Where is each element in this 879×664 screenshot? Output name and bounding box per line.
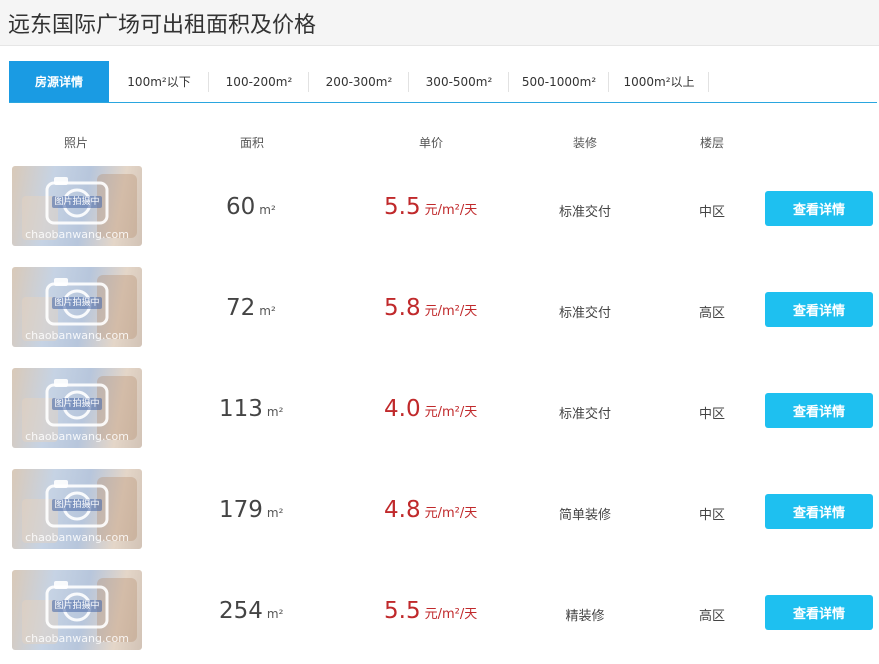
tab-100-200[interactable]: 100-200m² [209,61,309,102]
listing-row: 图片拍摄中 chaobanwang.com 113 m² 4.0 元/m²/天 标准… [0,368,879,448]
photo-pending-badge: 图片拍摄中 [52,499,102,511]
area-value: 60 [226,194,256,220]
listing-floor: 高区 [698,306,725,321]
listing-area: 60 m² [226,194,276,220]
area-value: 179 [219,497,263,523]
price-unit: 元/m²/天 [424,506,478,521]
listing-row: 图片拍摄中 chaobanwang.com 72 m² 5.8 元/m²/天 标准交… [0,267,879,347]
listing-decoration: 精装修 [565,609,605,624]
listing-price: 4.0 元/m²/天 [384,396,477,422]
area-value: 72 [226,295,256,321]
area-unit: m² [266,506,284,520]
column-header-price: 单价 [419,136,444,150]
price-value: 5.8 [384,295,421,321]
listing-decoration: 标准交付 [558,306,611,321]
column-header-photo: 照片 [64,136,89,150]
listing-price: 5.8 元/m²/天 [384,295,477,321]
listing-row: 图片拍摄中 chaobanwang.com 60 m² 5.5 元/m²/天 标准交… [0,166,879,246]
photo-pending-badge: 图片拍摄中 [52,196,102,208]
listing-decoration: 简单装修 [558,508,611,523]
photo-pending-badge: 图片拍摄中 [52,398,102,410]
listing-area: 113 m² [219,396,283,422]
price-value: 5.5 [384,194,421,220]
listing-photo[interactable]: 图片拍摄中 chaobanwang.com [12,368,142,448]
view-details-button[interactable]: 查看详情 [765,292,873,327]
listing-decoration: 标准交付 [558,205,611,220]
column-header-decoration: 装修 [573,136,598,150]
view-details-button[interactable]: 查看详情 [765,494,873,529]
area-value: 113 [219,396,263,422]
area-unit: m² [259,304,276,318]
photo-pending-badge: 图片拍摄中 [52,600,102,612]
tab-500-1000[interactable]: 500-1000m² [509,61,609,102]
price-unit: 元/m²/天 [424,304,478,319]
listing-price: 5.5 元/m²/天 [384,194,477,220]
photo-watermark: chaobanwang.com [25,329,129,342]
area-filter-tabs: 房源详情 100m²以下 100-200m² 200-300m² 300-500… [9,61,877,103]
listing-area: 254 m² [219,598,283,624]
photo-watermark: chaobanwang.com [25,531,129,544]
price-unit: 元/m²/天 [424,607,478,622]
listing-row: 图片拍摄中 chaobanwang.com 254 m² 5.5 元/m²/天 精装… [0,570,879,650]
listing-decoration: 标准交付 [558,407,611,422]
page-title: 远东国际广场可出租面积及价格 [8,12,317,38]
listing-row: 图片拍摄中 chaobanwang.com 179 m² 4.8 元/m²/天 简单… [0,469,879,549]
listing-photo[interactable]: 图片拍摄中 chaobanwang.com [12,469,142,549]
photo-watermark: chaobanwang.com [25,228,129,241]
photo-watermark: chaobanwang.com [25,430,129,443]
listing-floor: 中区 [698,508,725,523]
listing-price: 5.5 元/m²/天 [384,598,477,624]
view-details-button[interactable]: 查看详情 [765,191,873,226]
price-value: 4.8 [384,497,421,523]
tab-under-100[interactable]: 100m²以下 [109,61,209,102]
tab-300-500[interactable]: 300-500m² [409,61,509,102]
listing-price: 4.8 元/m²/天 [384,497,477,523]
view-details-button[interactable]: 查看详情 [765,595,873,630]
listing-area: 72 m² [226,295,276,321]
listing-photo[interactable]: 图片拍摄中 chaobanwang.com [12,570,142,650]
price-unit: 元/m²/天 [424,405,478,420]
price-value: 5.5 [384,598,421,624]
price-value: 4.0 [384,396,421,422]
listing-photo[interactable]: 图片拍摄中 chaobanwang.com [12,267,142,347]
listing-floor: 高区 [698,609,725,624]
column-header-floor: 楼层 [700,136,725,150]
area-value: 254 [219,598,263,624]
area-unit: m² [266,405,284,419]
photo-pending-badge: 图片拍摄中 [52,297,102,309]
tab-listing-details[interactable]: 房源详情 [9,61,109,102]
column-header-area: 面积 [240,136,265,150]
listing-photo[interactable]: 图片拍摄中 chaobanwang.com [12,166,142,246]
view-details-button[interactable]: 查看详情 [765,393,873,428]
listing-floor: 中区 [698,205,725,220]
area-unit: m² [259,203,276,217]
page-header: 远东国际广场可出租面积及价格 [0,0,879,46]
tab-over-1000[interactable]: 1000m²以上 [609,61,709,102]
area-unit: m² [266,607,284,621]
tab-200-300[interactable]: 200-300m² [309,61,409,102]
listing-floor: 中区 [698,407,725,422]
price-unit: 元/m²/天 [424,203,478,218]
listing-area: 179 m² [219,497,283,523]
photo-watermark: chaobanwang.com [25,632,129,645]
